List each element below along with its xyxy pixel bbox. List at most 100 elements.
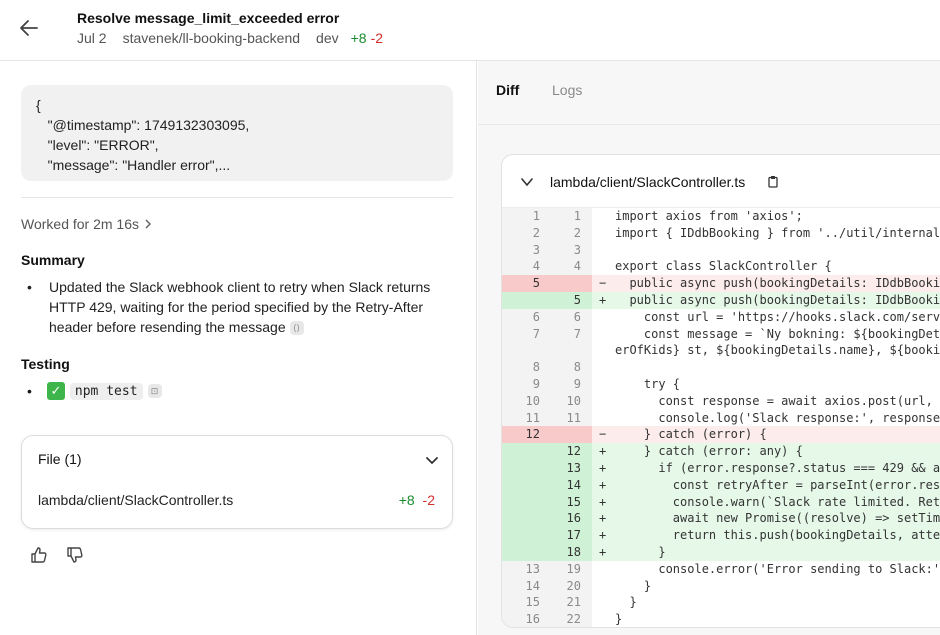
- new-line-number: 11: [566, 410, 581, 425]
- new-line-number: 19: [566, 561, 581, 576]
- code-text: import axios from 'axios';: [615, 209, 803, 223]
- diff-line: 14 20 }: [502, 577, 940, 595]
- old-line-number: 9: [532, 376, 540, 391]
- code-text: const url = 'https://hooks.slack.com/ser…: [615, 309, 940, 324]
- bullet: •: [27, 383, 32, 399]
- old-line-number: 15: [525, 595, 540, 610]
- bullet: •: [27, 279, 32, 295]
- code-text: console.warn(`Slack rate limited. Ret: [615, 494, 940, 509]
- code-text-wrapped: erOfKids} st, ${bookingDetails.name}, ${…: [615, 343, 940, 358]
- plus-sign: +: [599, 528, 607, 543]
- citation-icon[interactable]: ⊡: [147, 384, 162, 398]
- diff-line: 7 7 const message = `Ny bokning: ${bookin…: [502, 325, 940, 360]
- new-line-number: 6: [573, 309, 581, 324]
- diff-line: 9 9 try {: [502, 375, 940, 393]
- plus-sign: +: [599, 511, 607, 526]
- diff-file-path: lambda/client/SlackController.ts: [550, 174, 746, 190]
- old-line-number: 7: [532, 326, 540, 341]
- json-line: "message": "Handler error",...: [36, 157, 231, 173]
- diff-line: 13 19 console.error('Error sending to Sla…: [502, 560, 940, 578]
- code-text: } catch (error) {: [615, 427, 767, 442]
- code-text: const retryAfter = parseInt(error.res: [615, 477, 940, 492]
- chevron-right-icon: [145, 219, 152, 229]
- diff-line: 16 22}: [502, 611, 940, 627]
- tab-diff[interactable]: Diff: [496, 82, 519, 98]
- new-line-number: 12: [566, 444, 581, 459]
- code-text: if (error.response?.status === 429 && a: [615, 460, 940, 475]
- summary-heading: Summary: [21, 252, 85, 268]
- new-line-number: 10: [566, 393, 581, 408]
- tab-logs[interactable]: Logs: [552, 82, 582, 98]
- code-text: public async push(bookingDetails: IDdbBo…: [615, 276, 940, 291]
- diff-line-added: 17 + return this.push(bookingDetails, att…: [502, 527, 940, 544]
- chevron-down-icon[interactable]: [424, 452, 440, 468]
- code-text: }: [615, 595, 637, 610]
- new-line-number: 17: [566, 528, 581, 543]
- thumbs-down-icon[interactable]: [65, 545, 85, 565]
- files-count-title: File (1): [38, 451, 82, 467]
- diff-line-added: 15 + console.warn(`Slack rate limited. Re…: [502, 493, 940, 511]
- old-line-number: 3: [532, 242, 540, 257]
- json-line: "@timestamp": 1749132303095,: [36, 117, 250, 133]
- thumbs-up-icon[interactable]: [29, 545, 49, 565]
- copy-icon[interactable]: [767, 175, 779, 188]
- diff-line-added: 14 + const retryAfter = parseInt(error.re…: [502, 476, 940, 494]
- old-line-number: 11: [525, 410, 540, 425]
- code-text: }: [615, 578, 652, 593]
- code-text: public async push(bookingDetails: IDdbBo…: [615, 292, 940, 307]
- diff-code: 1 1 import axios from 'axios'; 2 2 import { I…: [502, 208, 940, 627]
- worked-for-toggle[interactable]: Worked for 2m 16s: [21, 216, 153, 232]
- code-text: try {: [615, 376, 681, 391]
- diff-line: 2 2 import { IDdbBooking } from '../util/i…: [502, 224, 940, 242]
- code-text: export class SlackController {: [615, 259, 832, 274]
- old-line-number: 10: [525, 393, 540, 408]
- code-text: }: [615, 612, 623, 627]
- prompt-log-box[interactable]: { "@timestamp": 1749132303095, "level": …: [21, 85, 453, 181]
- old-line-number: 13: [525, 561, 540, 576]
- old-line-number: 2: [532, 225, 540, 240]
- changed-file-link[interactable]: lambda/client/SlackController.ts: [38, 492, 233, 508]
- plus-sign: +: [599, 292, 607, 307]
- diff-line: 4 4 export class SlackController {: [502, 258, 940, 276]
- code-text: }: [615, 544, 666, 559]
- deletions-count: -2: [370, 30, 384, 46]
- json-line: {: [36, 97, 41, 113]
- old-line-number: 8: [532, 360, 540, 375]
- code-text: return this.push(bookingDetails, atte: [615, 528, 940, 543]
- back-arrow-icon[interactable]: [18, 17, 40, 39]
- code-text: const response = await axios.post(url,: [615, 393, 940, 408]
- code-text: } catch (error: any) {: [615, 444, 803, 459]
- diff-line: 11 11 console.log('Slack response:', resp…: [502, 409, 940, 427]
- new-line-number: 15: [566, 494, 581, 509]
- new-line-number: 16: [566, 511, 581, 526]
- new-line-number: 13: [566, 460, 581, 475]
- diff-line-added: 5 + public async push(bookingDetails: IDd…: [502, 291, 940, 309]
- diff-file-header: lambda/client/SlackController.ts: [502, 155, 940, 208]
- new-line-number: 14: [566, 477, 581, 492]
- test-command: npm test: [69, 382, 143, 400]
- new-line-number: 7: [573, 326, 581, 341]
- tabs-bar: Diff Logs: [478, 61, 940, 125]
- minus-sign: −: [599, 427, 607, 442]
- file-diff-stats: +8 -2: [399, 492, 435, 508]
- check-icon: ✓: [46, 382, 65, 400]
- old-line-number: 16: [525, 612, 540, 627]
- files-changed-card: File (1) lambda/client/SlackController.t…: [21, 435, 453, 529]
- citation-icon[interactable]: ⟨⟩: [289, 321, 304, 336]
- plus-sign: +: [599, 444, 607, 459]
- old-line-number: 6: [532, 309, 540, 324]
- chevron-down-icon[interactable]: [520, 175, 534, 189]
- new-line-number: 21: [566, 595, 581, 610]
- diff-line: 1 1 import axios from 'axios';: [502, 208, 940, 225]
- diff-line: 6 6 const url = 'https://hooks.slack.com/…: [502, 308, 940, 326]
- repo-name[interactable]: stavenek/ll-booking-backend: [123, 30, 300, 46]
- new-line-number: 1: [573, 209, 581, 223]
- new-line-number: 18: [566, 544, 581, 559]
- testing-heading: Testing: [21, 356, 70, 372]
- branch-name[interactable]: dev: [316, 30, 339, 46]
- summary-item: Updated the Slack webhook client to retr…: [49, 277, 453, 337]
- task-details-panel: { "@timestamp": 1749132303095, "level": …: [0, 61, 477, 635]
- new-line-number: 22: [566, 612, 581, 627]
- new-line-number: 8: [573, 360, 581, 375]
- diff-line-removed: 5 − public async push(bookingDetails: IDd…: [502, 275, 940, 292]
